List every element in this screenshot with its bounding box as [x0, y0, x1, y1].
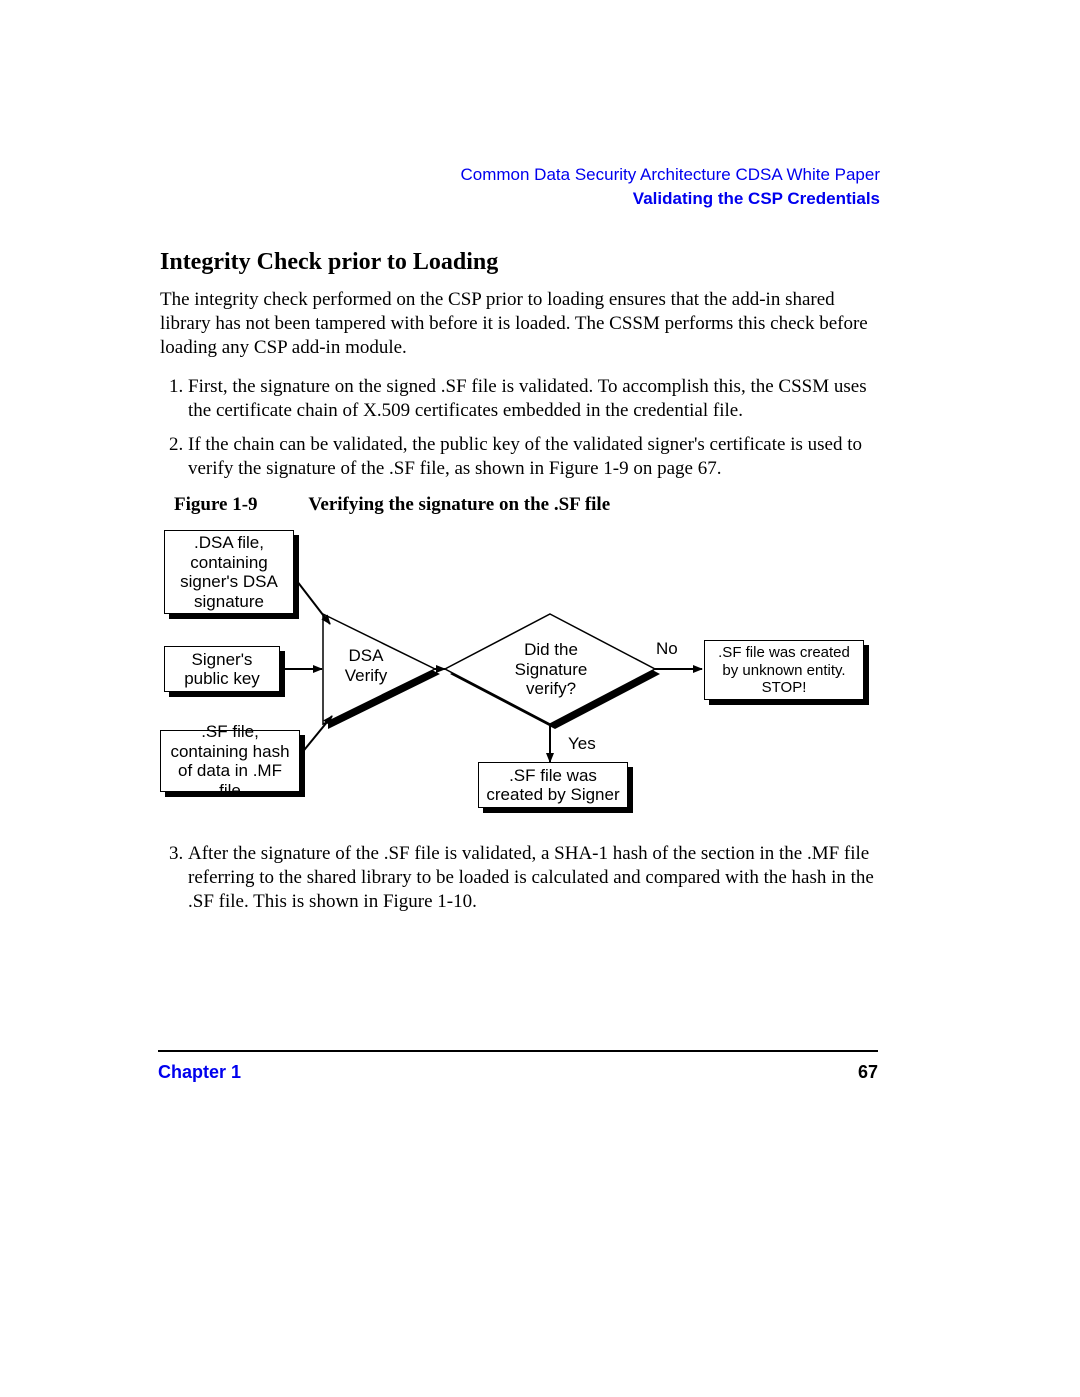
figure-title: Verifying the signature on the .SF file — [308, 494, 610, 515]
figure-caption: Figure 1-9 Verifying the signature on th… — [174, 494, 880, 516]
page-content: Common Data Security Architecture CDSA W… — [160, 165, 880, 928]
stop-box: .SF file was created by unknown entity. … — [704, 640, 864, 700]
steps-list: First, the signature on the signed .SF f… — [160, 375, 880, 480]
footer-rule — [158, 1050, 878, 1052]
public-key-box: Signer's public key — [164, 646, 280, 692]
page-footer: Chapter 1 67 — [158, 1062, 878, 1083]
dsa-verify-label: DSA Verify — [336, 646, 396, 685]
decision-label: Did the Signature verify? — [506, 640, 596, 699]
list-item: First, the signature on the signed .SF f… — [188, 375, 880, 423]
list-item: If the chain can be validated, the publi… — [188, 433, 880, 481]
header-doc-title: Common Data Security Architecture CDSA W… — [160, 165, 880, 185]
intro-paragraph: The integrity check performed on the CSP… — [160, 288, 880, 359]
figure-label: Figure 1-9 — [174, 494, 304, 516]
sf-file-box: .SF file, containing hash of data in .MF… — [160, 730, 300, 792]
dsa-file-box: .DSA file, containing signer's DSA signa… — [164, 530, 294, 614]
page-number: 67 — [858, 1062, 878, 1083]
ok-box: .SF file was created by Signer — [478, 762, 628, 808]
list-item: After the signature of the .SF file is v… — [188, 842, 880, 913]
chapter-label: Chapter 1 — [158, 1062, 241, 1083]
yes-label: Yes — [568, 734, 596, 754]
section-heading: Integrity Check prior to Loading — [160, 249, 880, 276]
steps-list-cont: After the signature of the .SF file is v… — [160, 842, 880, 913]
header-section: Validating the CSP Credentials — [160, 189, 880, 209]
no-label: No — [656, 639, 678, 659]
flow-diagram: .DSA file, containing signer's DSA signa… — [160, 524, 880, 824]
